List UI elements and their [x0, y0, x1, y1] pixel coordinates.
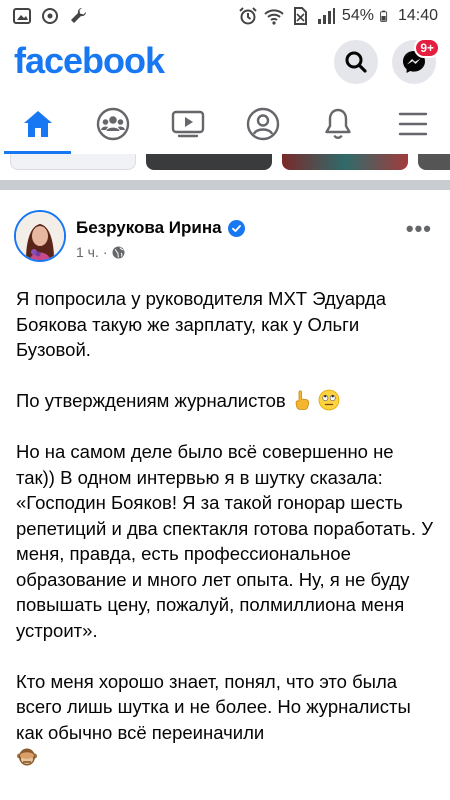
feed-post: Безрукова Ирина 1 ч. · ••• Я попросила у…	[0, 190, 450, 800]
post-paragraph-text: По утверждениям журналистов	[16, 390, 286, 411]
post-paragraph: Я попросила у руководителя МХТ Эдуарда Б…	[16, 288, 386, 360]
post-options-icon[interactable]: •••	[406, 216, 432, 242]
post-meta: 1 ч. ·	[76, 244, 125, 260]
author-name[interactable]: Безрукова Ирина	[76, 218, 222, 238]
meta-separator: ·	[102, 244, 108, 260]
search-icon	[345, 51, 367, 73]
signal-icon	[317, 8, 335, 24]
battery-icon	[380, 10, 388, 22]
wrench-icon	[71, 7, 87, 23]
no-sim-icon	[293, 7, 307, 25]
post-paragraph: Но на самом деле было всё совершенно не …	[16, 441, 433, 641]
globe-icon	[112, 246, 125, 258]
post-body: Я попросила у руководителя МХТ Эдуарда Б…	[16, 286, 436, 771]
tab-notifications[interactable]	[300, 94, 375, 154]
story-card[interactable]	[282, 154, 408, 170]
avatar-photo	[16, 212, 64, 260]
image-notification-icon	[13, 8, 31, 24]
sync-notification-icon	[42, 8, 58, 24]
battery-percent: 54%	[341, 7, 374, 24]
groups-icon	[96, 107, 129, 141]
wifi-icon	[264, 9, 284, 25]
menu-icon	[398, 112, 427, 136]
see-no-evil-monkey-emoji-icon	[17, 748, 37, 766]
bell-icon	[324, 108, 351, 139]
messenger-button[interactable]: 9+	[392, 38, 440, 84]
index-finger-up-emoji-icon	[295, 390, 309, 410]
facebook-logo[interactable]: facebook	[14, 40, 165, 82]
feed-divider	[0, 180, 450, 190]
tab-profile[interactable]	[225, 94, 300, 154]
story-card[interactable]	[146, 154, 272, 170]
search-button[interactable]	[334, 40, 378, 84]
story-card[interactable]	[418, 154, 450, 170]
app-header: facebook 9+	[0, 32, 450, 94]
status-bar: 54% 14:40	[0, 0, 450, 32]
clock: 14:40	[397, 7, 438, 24]
tab-menu[interactable]	[375, 94, 450, 154]
tab-bar	[0, 94, 450, 154]
post-author[interactable]: Безрукова Ирина	[76, 218, 245, 238]
profile-icon	[246, 107, 279, 141]
tab-watch[interactable]	[150, 94, 225, 154]
eye-roll-emoji-icon	[318, 389, 340, 411]
watch-icon	[171, 110, 204, 138]
author-avatar[interactable]	[14, 210, 66, 262]
tab-groups[interactable]	[75, 94, 150, 154]
home-icon	[23, 111, 52, 137]
story-create[interactable]	[10, 154, 136, 170]
tab-home[interactable]	[0, 94, 75, 154]
alarm-icon	[239, 7, 257, 25]
messenger-badge: 9+	[414, 38, 440, 58]
post-paragraph-2: По утверждениям журналистов	[16, 388, 436, 414]
post-paragraph-4: Кто меня хорошо знает, понял, что это бы…	[16, 669, 436, 771]
post-paragraph-text: Кто меня хорошо знает, понял, что это бы…	[16, 670, 411, 743]
post-time[interactable]: 1 ч.	[76, 244, 99, 260]
verified-badge-icon	[227, 219, 245, 237]
stories-strip[interactable]	[0, 154, 450, 174]
